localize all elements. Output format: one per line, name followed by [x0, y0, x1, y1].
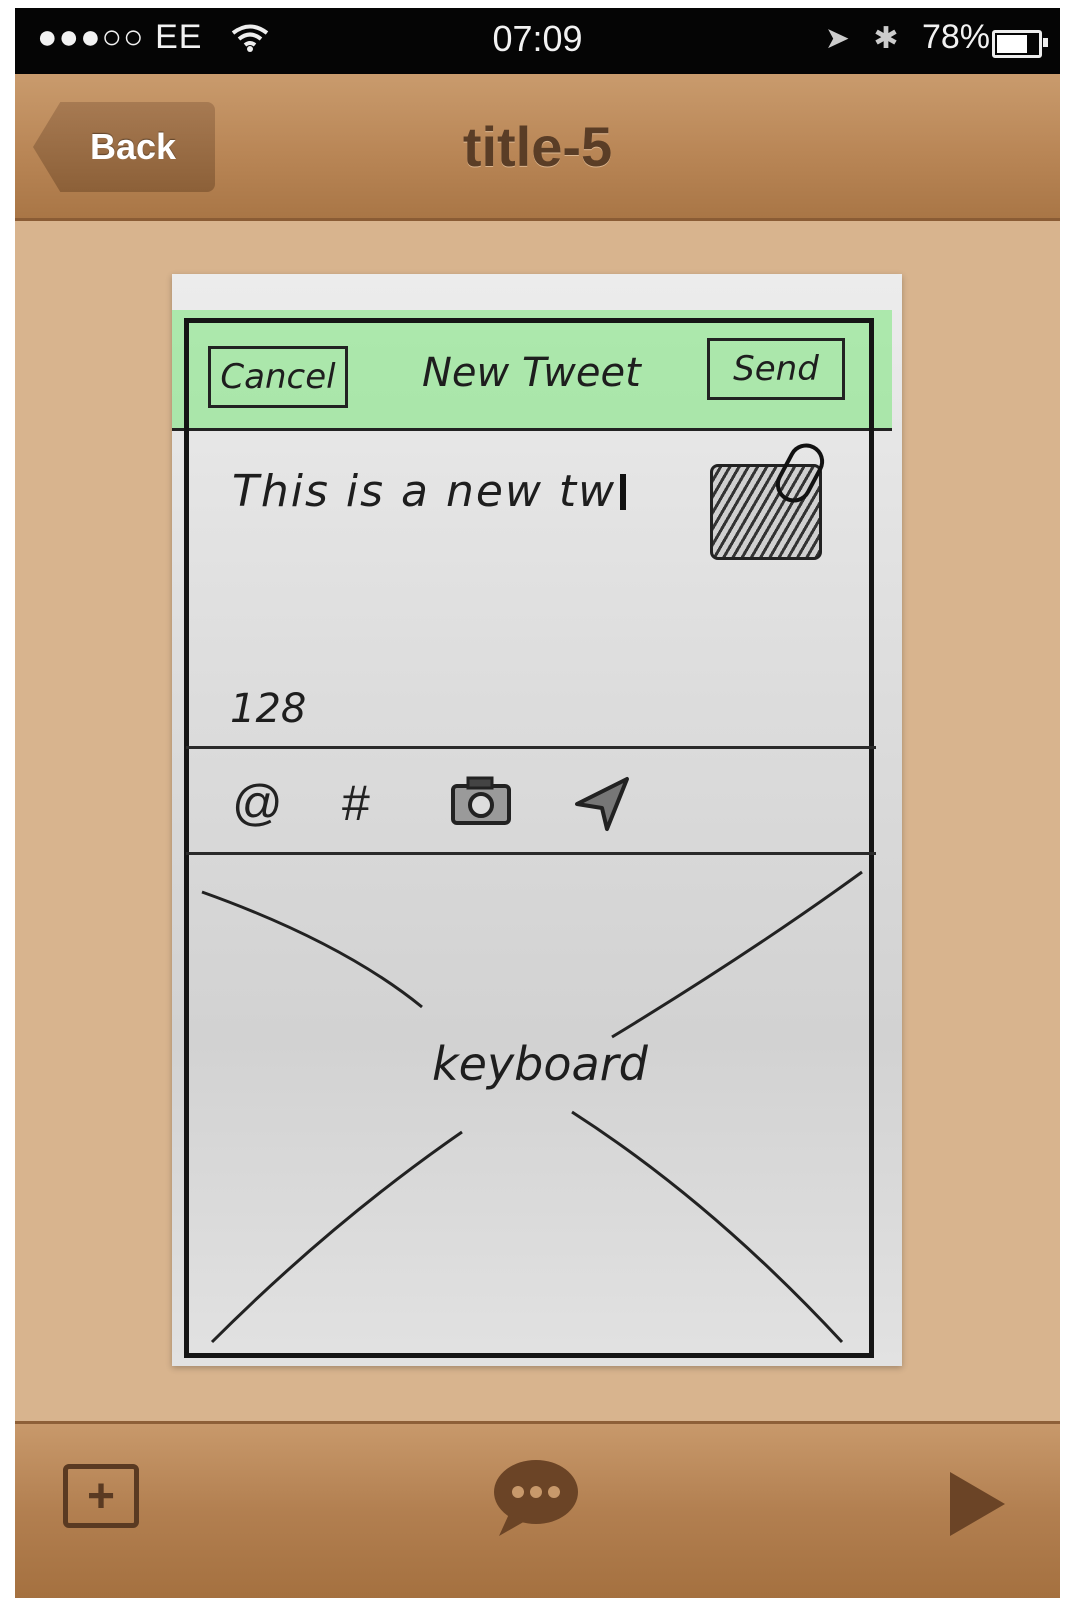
sketch-divider [186, 746, 876, 749]
keyboard-cross-lines [201, 870, 863, 1344]
play-icon[interactable] [950, 1472, 1005, 1536]
content-area: Cancel New Tweet Send This is a new tw 1… [15, 221, 1060, 1421]
sketch-photo[interactable]: Cancel New Tweet Send This is a new tw 1… [172, 274, 902, 1366]
sketch-char-count: 128 [230, 686, 307, 732]
status-bar: ●●●○○ EE 07:09 ➤ ✱ 78% [15, 8, 1060, 74]
text-cursor [620, 474, 627, 510]
camera-icon [450, 774, 512, 838]
hashtag-icon: # [342, 775, 370, 831]
navigation-bar: Back title-5 [15, 74, 1060, 221]
at-icon: @ [232, 775, 283, 831]
status-right: ➤ ✱ 78% [825, 18, 990, 57]
sketch-divider [186, 852, 876, 855]
comment-bubble-icon[interactable] [491, 1456, 581, 1540]
page-title: title-5 [462, 115, 613, 178]
keyboard-label: keyboard [432, 1037, 648, 1091]
sketch-keyboard-placeholder: keyboard [192, 862, 874, 1362]
phone-screen: ●●●○○ EE 07:09 ➤ ✱ 78% Back title-5 Canc… [15, 8, 1060, 1598]
bottom-toolbar: + [15, 1421, 1060, 1598]
add-square-icon[interactable]: + [63, 1464, 139, 1528]
location-icon: ➤ [824, 22, 850, 55]
sketch-tweet-text: This is a new tw [232, 466, 627, 517]
sketch-toolbar: @ # [232, 774, 632, 834]
battery-icon [992, 30, 1048, 58]
send-arrow-icon [572, 774, 632, 846]
sketch-tweet-text-content: This is a new tw [232, 466, 617, 517]
bluetooth-icon: ✱ [873, 22, 899, 55]
battery-percent: 78% [921, 18, 990, 56]
